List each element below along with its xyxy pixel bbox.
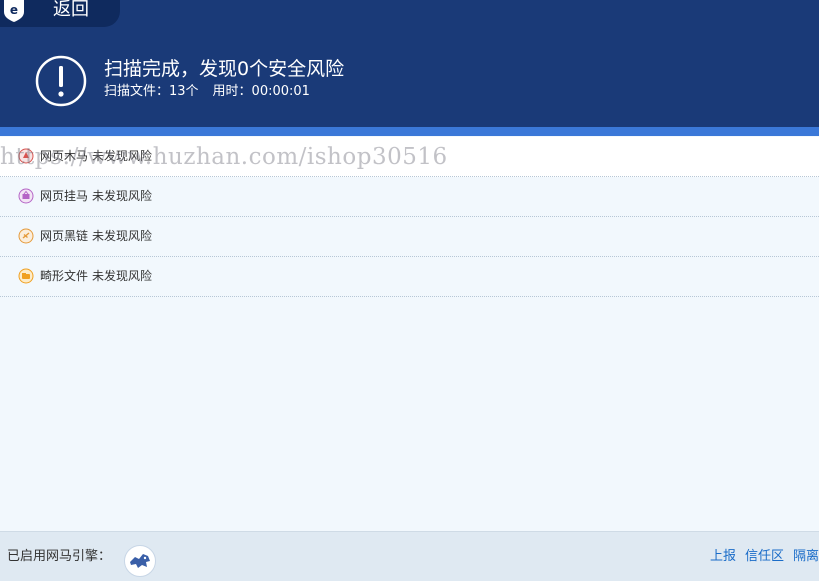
- engine-badge-icon[interactable]: [124, 545, 156, 577]
- svg-text:e: e: [10, 3, 18, 17]
- result-category: 网页挂马: [40, 189, 89, 203]
- scan-result-list: 网页木马 未发现风险 网页挂马 未发现风险 网页黑链 未发现风险 畸形文件 未发现风险: [0, 137, 819, 297]
- result-row[interactable]: 网页挂马 未发现风险: [0, 177, 819, 217]
- footer-bar: 已启用网马引擎： 上报 信任区 隔离: [0, 531, 819, 581]
- result-category: 畸形文件: [40, 269, 89, 283]
- horse-engine-icon: [130, 554, 150, 568]
- trojan-icon: [18, 148, 34, 164]
- exclamation-circle-icon: [35, 55, 87, 107]
- quarantine-link[interactable]: 隔离: [793, 549, 819, 564]
- result-status: 未发现风险: [92, 189, 153, 203]
- result-category: 网页木马: [40, 149, 89, 163]
- report-link[interactable]: 上报: [710, 549, 736, 564]
- scan-result-title: 扫描完成，发现0个安全风险: [104, 58, 345, 80]
- elapsed-time: 用时：00:00:01: [212, 84, 310, 99]
- back-button[interactable]: e 返回: [0, 0, 120, 27]
- footer-links: 上报 信任区 隔离: [701, 548, 819, 566]
- result-category: 网页黑链: [40, 229, 89, 243]
- result-status: 未发现风险: [92, 269, 153, 283]
- trust-zone-link[interactable]: 信任区: [745, 549, 784, 564]
- result-label: 网页挂马 未发现风险: [40, 177, 152, 216]
- scanned-files-count: 扫描文件：13个: [104, 84, 199, 99]
- result-label: 网页木马 未发现风险: [40, 137, 152, 176]
- malformed-file-icon: [18, 268, 34, 284]
- result-status: 未发现风险: [92, 229, 153, 243]
- engine-label: 已启用网马引擎：: [7, 549, 112, 564]
- result-label: 畸形文件 未发现风险: [40, 257, 152, 296]
- result-status: 未发现风险: [92, 149, 153, 163]
- result-row[interactable]: 畸形文件 未发现风险: [0, 257, 819, 297]
- header-accent-bar: [0, 127, 819, 136]
- scan-meta: 扫描文件：13个 用时：00:00:01: [104, 84, 310, 100]
- black-link-icon: [18, 228, 34, 244]
- result-row[interactable]: 网页木马 未发现风险: [0, 137, 819, 177]
- result-label: 网页黑链 未发现风险: [40, 217, 152, 256]
- result-row[interactable]: 网页黑链 未发现风险: [0, 217, 819, 257]
- hanging-horse-icon: [18, 188, 34, 204]
- back-label: 返回: [53, 0, 89, 20]
- shield-e-logo-icon: e: [4, 0, 24, 22]
